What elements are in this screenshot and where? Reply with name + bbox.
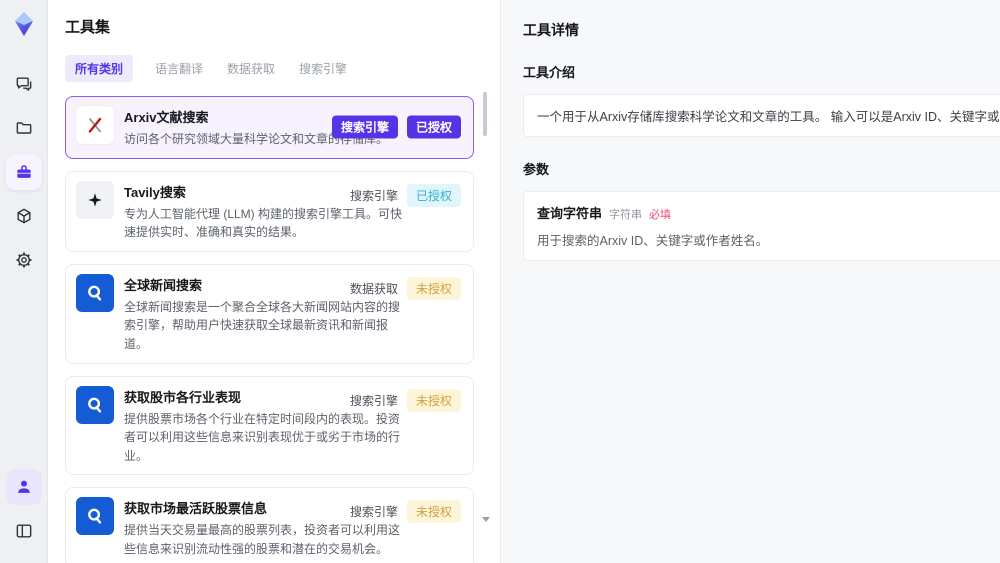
tool-card-arxiv[interactable]: Arxiv文献搜索 访问各个研究领域大量科学论文和文章的存储库。 搜索引擎 已授… bbox=[65, 96, 474, 159]
auth-status-badge: 未授权 bbox=[406, 500, 461, 524]
sidebar-item-tools[interactable] bbox=[5, 154, 42, 190]
params-heading: 参数 bbox=[523, 162, 550, 177]
intro-box: 一个用于从Arxiv存储库搜索科学论文和文章的工具。 输入可以是Arxiv ID… bbox=[523, 94, 1000, 137]
gear-icon bbox=[14, 250, 34, 270]
sidebar-item-settings[interactable] bbox=[6, 242, 42, 278]
tab-language-translation[interactable]: 语言翻译 bbox=[153, 55, 205, 82]
sidebar-item-models[interactable] bbox=[6, 198, 42, 234]
news-search-icon bbox=[76, 273, 114, 312]
category-badge: 搜索引擎 bbox=[331, 115, 398, 139]
list-scrollbar-thumb[interactable] bbox=[483, 92, 487, 136]
auth-status-badge: 已授权 bbox=[406, 115, 461, 139]
auth-status-badge: 未授权 bbox=[406, 388, 461, 412]
cube-icon bbox=[14, 206, 34, 226]
category-tabs: 所有类别 语言翻译 数据获取 搜索引擎 bbox=[65, 55, 500, 82]
intro-heading: 工具介绍 bbox=[523, 65, 576, 80]
page-title: 工具集 bbox=[65, 19, 111, 36]
category-label: 搜索引擎 bbox=[349, 505, 398, 520]
param-required-flag: 必填 bbox=[649, 209, 672, 221]
news-search-icon bbox=[76, 385, 114, 424]
tool-detail-panel: 工具详情 工具介绍 一个用于从Arxiv存储库搜索科学论文和文章的工具。 输入可… bbox=[500, 0, 1000, 563]
tab-all-categories[interactable]: 所有类别 bbox=[65, 55, 134, 82]
news-search-icon bbox=[76, 497, 114, 536]
briefcase-icon bbox=[14, 162, 34, 182]
tab-data-fetch[interactable]: 数据获取 bbox=[225, 55, 277, 82]
category-label: 搜索引擎 bbox=[349, 393, 398, 408]
tool-intro-text: 一个用于从Arxiv存储库搜索科学论文和文章的工具。 输入可以是Arxiv ID… bbox=[537, 110, 1000, 124]
tool-card-tavily[interactable]: Tavily搜索 专为人工智能代理 (LLM) 构建的搜索引擎工具。可快速提供实… bbox=[65, 170, 474, 252]
folder-icon bbox=[14, 118, 34, 138]
tool-card-most-active-stocks[interactable]: 获取市场最活跃股票信息 提供当天交易量最高的股票列表，投资者可以利用这些信息来识… bbox=[65, 487, 474, 563]
sidebar-item-account[interactable] bbox=[5, 469, 42, 505]
user-icon bbox=[14, 477, 34, 497]
icon-sidebar bbox=[0, 0, 48, 563]
auth-status-badge: 已授权 bbox=[406, 183, 461, 207]
tool-card-sector-performance[interactable]: 获取股市各行业表现 提供股票市场各个行业在特定时间段内的表现。投资者可以利用这些… bbox=[65, 375, 474, 476]
layout-panel-icon bbox=[14, 521, 34, 541]
app-logo bbox=[8, 8, 40, 40]
tool-description: 全球新闻搜索是一个聚合全球各大新闻网站内容的搜索引擎，帮助用户快速获取全球最新资… bbox=[124, 299, 401, 351]
tool-cards: Arxiv文献搜索 访问各个研究领域大量科学论文和文章的存储库。 搜索引擎 已授… bbox=[65, 96, 500, 563]
tool-list-panel: 工具集 所有类别 语言翻译 数据获取 搜索引擎 Arxiv文献搜索 访问各个研究… bbox=[48, 0, 500, 563]
sidebar-item-chat[interactable] bbox=[6, 66, 42, 102]
auth-status-badge: 未授权 bbox=[406, 276, 461, 300]
category-label: 搜索引擎 bbox=[349, 188, 398, 203]
tool-card-global-news[interactable]: 全球新闻搜索 全球新闻搜索是一个聚合全球各大新闻网站内容的搜索引擎，帮助用户快速… bbox=[65, 263, 474, 364]
app-window: 工具集 所有类别 语言翻译 数据获取 搜索引擎 Arxiv文献搜索 访问各个研究… bbox=[0, 0, 1000, 563]
tavily-star-icon bbox=[76, 180, 114, 219]
param-description: 用于搜索的Arxiv ID、关键字或作者姓名。 bbox=[537, 234, 769, 248]
tab-search-engine[interactable]: 搜索引擎 bbox=[297, 55, 349, 82]
tool-description: 提供股票市场各个行业在特定时间段内的表现。投资者可以利用这些信息来识别表现优于或… bbox=[124, 411, 401, 463]
tool-description: 专为人工智能代理 (LLM) 构建的搜索引擎工具。可快速提供实时、准确和真实的结… bbox=[124, 206, 403, 240]
sidebar-item-toggle-panel[interactable] bbox=[6, 513, 42, 549]
sidebar-item-files[interactable] bbox=[6, 110, 42, 146]
scroll-down-indicator bbox=[482, 517, 490, 522]
category-label: 数据获取 bbox=[349, 281, 398, 296]
detail-title: 工具详情 bbox=[523, 22, 579, 38]
param-box: 查询字符串 字符串 必填 用于搜索的Arxiv ID、关键字或作者姓名。 bbox=[523, 191, 1000, 261]
param-name: 查询字符串 bbox=[537, 206, 603, 221]
arxiv-logo-icon bbox=[76, 106, 114, 144]
tool-description: 提供当天交易量最高的股票列表，投资者可以利用这些信息来识别流动性强的股票和潜在的… bbox=[124, 523, 401, 556]
param-type: 字符串 bbox=[609, 209, 643, 221]
chat-icon bbox=[14, 74, 34, 94]
